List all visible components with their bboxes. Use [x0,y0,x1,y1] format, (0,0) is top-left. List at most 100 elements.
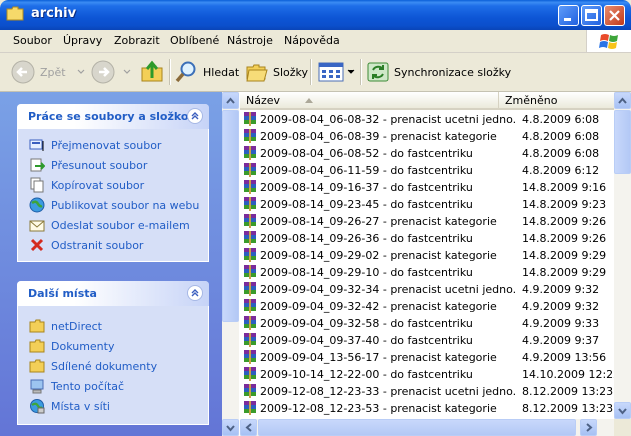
file-date: 4.8.2009 6:08 [522,147,600,160]
scroll-right-button[interactable] [580,419,597,436]
arrow-down-icon [226,425,235,432]
back-button[interactable]: Zpět [10,57,86,87]
file-row[interactable]: 2009-09-04_09-32-58 - do fastcentriku 4.9… [240,315,612,332]
file-name: 2009-08-04_06-08-39 - prenacist kategori… [260,130,497,143]
file-row[interactable]: 2009-08-04_06-08-52 - do fastcentriku 4.8… [240,145,612,162]
file-row[interactable]: 2009-08-14_09-26-27 - prenacist kategori… [240,213,612,230]
scroll-up-button[interactable] [614,92,631,109]
menu-zobrazit[interactable]: Zobrazit [114,34,160,47]
folder-icon [29,359,45,373]
file-row[interactable]: 2009-09-04_13-56-17 - prenacist kategori… [240,349,612,366]
place-network[interactable]: Místa v síti [18,396,208,416]
winrar-archive-icon [244,282,256,296]
chevron-down-icon [347,69,355,74]
task-publish-web[interactable]: Publikovat soubor na webu [18,195,208,215]
file-tasks-header[interactable]: Práce se soubory a složkou [17,104,209,129]
maximize-button[interactable] [581,5,602,26]
copy-icon [30,177,44,193]
winrar-archive-icon [244,299,256,313]
column-modified-label: Změněno [505,93,558,107]
size-grip[interactable] [614,419,631,436]
file-name: 2009-09-04_09-32-34 - prenacist ucetni j… [260,283,516,296]
column-header-modified[interactable]: Změněno [498,92,614,110]
place-netdirect[interactable]: netDirect [18,316,208,336]
task-pane: Práce se soubory a složkou Přejmenovat s… [0,92,222,436]
minimize-icon [564,18,571,21]
place-label: Tento počítač [51,379,125,393]
file-list: 2009-08-04_06-08-32 - prenacist ucetni j… [240,111,620,417]
task-move[interactable]: Přesunout soubor [18,155,208,175]
folders-button[interactable]: Složky [245,57,308,87]
file-date: 4.9.2009 9:33 [522,317,600,330]
email-icon [29,220,45,232]
task-rename[interactable]: Přejmenovat soubor [18,135,208,155]
task-email[interactable]: Odeslat soubor e-mailem [18,215,208,235]
collapse-button[interactable] [187,285,203,301]
file-row[interactable]: 2009-08-04_06-11-59 - do fastcentriku 4.8… [240,162,612,179]
sync-folder-button[interactable]: Synchronizace složky [366,57,511,87]
file-row[interactable]: 2009-08-14_09-26-36 - do fastcentriku 14.… [240,230,612,247]
up-folder-button[interactable] [140,57,164,87]
chevron-up-icon [191,112,199,120]
menu-oblibene[interactable]: Oblíbené [170,34,219,47]
file-name: 2009-08-14_09-26-36 - do fastcentriku [260,232,473,245]
file-row[interactable]: 2009-08-04_06-08-39 - prenacist kategori… [240,128,612,145]
sync-label: Synchronizace složky [394,65,512,79]
place-my-computer[interactable]: Tento počítač [18,376,208,396]
column-header-name[interactable]: Název [240,92,498,110]
close-button[interactable] [604,5,625,26]
other-places-header[interactable]: Další místa [17,281,209,306]
forward-button[interactable] [90,57,132,87]
file-row[interactable]: 2009-08-14_09-16-37 - do fastcentriku 14.… [240,179,612,196]
file-row[interactable]: 2009-09-04_09-37-40 - do fastcentriku 4.9… [240,332,612,349]
file-name: 2009-08-14_09-16-37 - do fastcentriku [260,181,473,194]
scroll-thumb[interactable] [614,110,631,174]
place-label: Sdílené dokumenty [51,359,158,373]
sort-ascending-icon [305,98,314,103]
title-bar[interactable]: archiv [0,0,631,30]
task-copy[interactable]: Kopírovat soubor [18,175,208,195]
views-button[interactable] [318,57,356,87]
file-row[interactable]: 2009-09-04_09-32-34 - prenacist ucetni j… [240,281,612,298]
forward-arrow-icon [91,60,115,84]
file-row[interactable]: 2009-12-08_12-23-53 - prenacist kategori… [240,400,613,417]
task-delete[interactable]: Odstranit soubor [18,235,208,255]
arrow-up-icon [226,97,235,104]
menu-nastroje[interactable]: Nástroje [227,34,273,47]
scroll-down-button[interactable] [222,419,239,436]
file-row[interactable]: 2009-08-14_09-29-02 - prenacist kategori… [240,247,612,264]
collapse-button[interactable] [187,108,203,124]
file-name: 2009-09-04_13-56-17 - prenacist kategori… [260,351,497,364]
file-row[interactable]: 2009-08-04_06-08-32 - prenacist ucetni j… [240,111,612,128]
file-date: 4.8.2009 6:12 [522,164,600,177]
file-row[interactable]: 2009-12-08_12-23-33 - prenacist ucetni j… [240,383,613,400]
winrar-archive-icon [244,214,256,228]
place-shared-documents[interactable]: Sdílené dokumenty [18,356,208,376]
file-row[interactable]: 2009-08-14_09-29-10 - do fastcentriku 14.… [240,264,612,281]
minimize-button[interactable] [558,5,579,26]
scroll-up-button[interactable] [222,92,239,109]
file-name: 2009-09-04_09-37-40 - do fastcentriku [260,334,473,347]
vertical-scrollbar[interactable] [614,92,631,419]
menu-soubor[interactable]: Soubor [13,34,52,47]
horizontal-scrollbar[interactable] [240,419,614,436]
file-tasks-list: Přejmenovat soubor Přesunout soubor Kopí… [17,129,209,262]
scroll-thumb[interactable] [258,419,576,436]
file-name: 2009-12-08_12-23-33 - prenacist ucetni j… [260,385,516,398]
column-name-label: Název [246,93,281,107]
other-places-panel: Další místa netDirect Dokumenty Sdílené … [17,281,209,425]
file-row[interactable]: 2009-09-04_09-32-42 - prenacist kategori… [240,298,612,315]
winrar-archive-icon [244,197,256,211]
search-button[interactable]: Hledat [175,57,239,87]
folder-up-icon [141,60,163,82]
menu-upravy[interactable]: Úpravy [63,34,102,47]
scroll-down-button[interactable] [614,402,631,419]
file-row[interactable]: 2009-10-14_12-22-00 - do fastcentriku 14.… [240,366,620,383]
menu-napoveda[interactable]: Nápověda [284,34,340,47]
scroll-thumb[interactable] [222,110,239,322]
place-dokumenty[interactable]: Dokumenty [18,336,208,356]
file-date: 4.8.2009 6:08 [522,130,600,143]
scroll-left-button[interactable] [240,419,257,436]
file-row[interactable]: 2009-08-14_09-23-45 - do fastcentriku 14.… [240,196,612,213]
left-pane-scrollbar[interactable] [222,92,239,436]
